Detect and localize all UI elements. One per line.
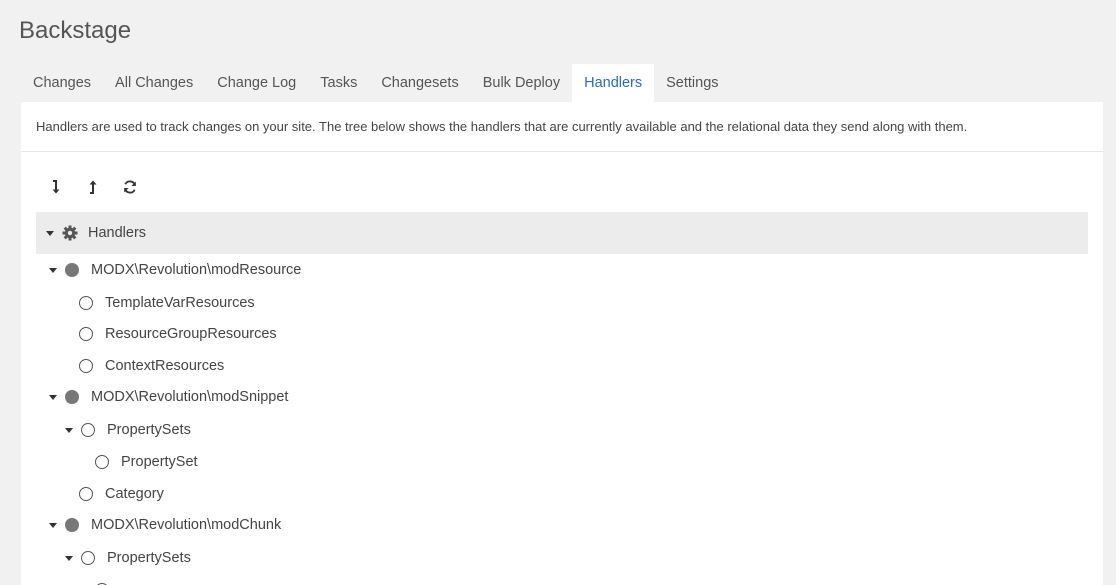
tree-node-propertysets-chunk[interactable]: PropertySets — [36, 541, 1088, 574]
gear-icon — [62, 225, 78, 241]
collapse-all-icon — [89, 180, 97, 194]
expand-all-icon — [52, 180, 60, 194]
tree-node-modchunk[interactable]: MODX\Revolution\modChunk — [36, 509, 1088, 541]
tree-node-templatevarresources[interactable]: TemplateVarResources — [36, 286, 1088, 318]
tab-all-changes[interactable]: All Changes — [103, 64, 205, 102]
handler-filled-icon — [65, 263, 79, 277]
tree-node-resourcegroupresources[interactable]: ResourceGroupResources — [36, 318, 1088, 350]
tab-changesets[interactable]: Changesets — [369, 64, 470, 102]
tab-bulk-deploy[interactable]: Bulk Deploy — [471, 64, 572, 102]
tree-node-category[interactable]: Category — [36, 478, 1088, 509]
handler-filled-icon — [65, 518, 79, 532]
tree-root-label: Handlers — [88, 225, 147, 241]
caret-down-icon[interactable] — [49, 395, 57, 400]
page-title: Backstage — [19, 17, 132, 44]
tree-node-label: MODX\Revolution\modChunk — [91, 517, 282, 533]
tab-tasks[interactable]: Tasks — [308, 64, 369, 102]
tree-node-label: ContextResources — [105, 358, 225, 374]
tree-node-modsnippet[interactable]: MODX\Revolution\modSnippet — [36, 381, 1088, 413]
tree-node-partial[interactable] — [36, 574, 1088, 585]
handlers-tree: Handlers MODX\Revolution\modResource Tem… — [36, 212, 1088, 585]
relation-empty-icon — [79, 327, 93, 341]
relation-empty-icon — [79, 296, 93, 310]
tree-node-propertyset[interactable]: PropertySet — [36, 446, 1088, 478]
relation-empty-icon — [79, 487, 93, 501]
tree-node-label: PropertySets — [107, 550, 191, 566]
tab-change-log[interactable]: Change Log — [205, 64, 308, 102]
tree-node-label: MODX\Revolution\modSnippet — [91, 389, 289, 405]
caret-down-icon[interactable] — [49, 268, 57, 273]
panel-description: Handlers are used to track changes on yo… — [21, 102, 1103, 152]
tab-bar: Changes All Changes Change Log Tasks Cha… — [21, 64, 731, 102]
tab-handlers[interactable]: Handlers — [572, 64, 655, 102]
caret-down-icon[interactable] — [65, 556, 73, 561]
tree-node-propertysets[interactable]: PropertySets — [36, 413, 1088, 446]
relation-empty-icon — [81, 551, 95, 565]
handler-filled-icon — [65, 390, 79, 404]
tab-changes[interactable]: Changes — [21, 64, 103, 102]
tree-node-modresource[interactable]: MODX\Revolution\modResource — [36, 254, 1088, 286]
relation-empty-icon — [95, 455, 109, 469]
caret-down-icon[interactable] — [46, 231, 54, 236]
tree-node-label: PropertySet — [121, 454, 198, 470]
relation-empty-icon — [81, 423, 95, 437]
refresh-button[interactable] — [117, 174, 143, 200]
tree-node-label: ResourceGroupResources — [105, 326, 277, 342]
collapse-all-button[interactable] — [80, 174, 106, 200]
tree-toolbar — [43, 174, 154, 200]
expand-all-button[interactable] — [43, 174, 69, 200]
tab-settings[interactable]: Settings — [654, 64, 730, 102]
relation-empty-icon — [79, 359, 93, 373]
caret-down-icon[interactable] — [65, 428, 73, 433]
tree-node-label: TemplateVarResources — [105, 295, 255, 311]
tree-node-label: PropertySets — [107, 422, 191, 438]
tree-node-label: MODX\Revolution\modResource — [91, 262, 302, 278]
caret-down-icon[interactable] — [49, 523, 57, 528]
refresh-icon — [124, 180, 136, 194]
tree-root-handlers[interactable]: Handlers — [36, 212, 1088, 254]
tree-node-contextresources[interactable]: ContextResources — [36, 350, 1088, 381]
tree-node-label: Category — [105, 486, 164, 502]
handlers-panel: Handlers are used to track changes on yo… — [21, 102, 1103, 585]
